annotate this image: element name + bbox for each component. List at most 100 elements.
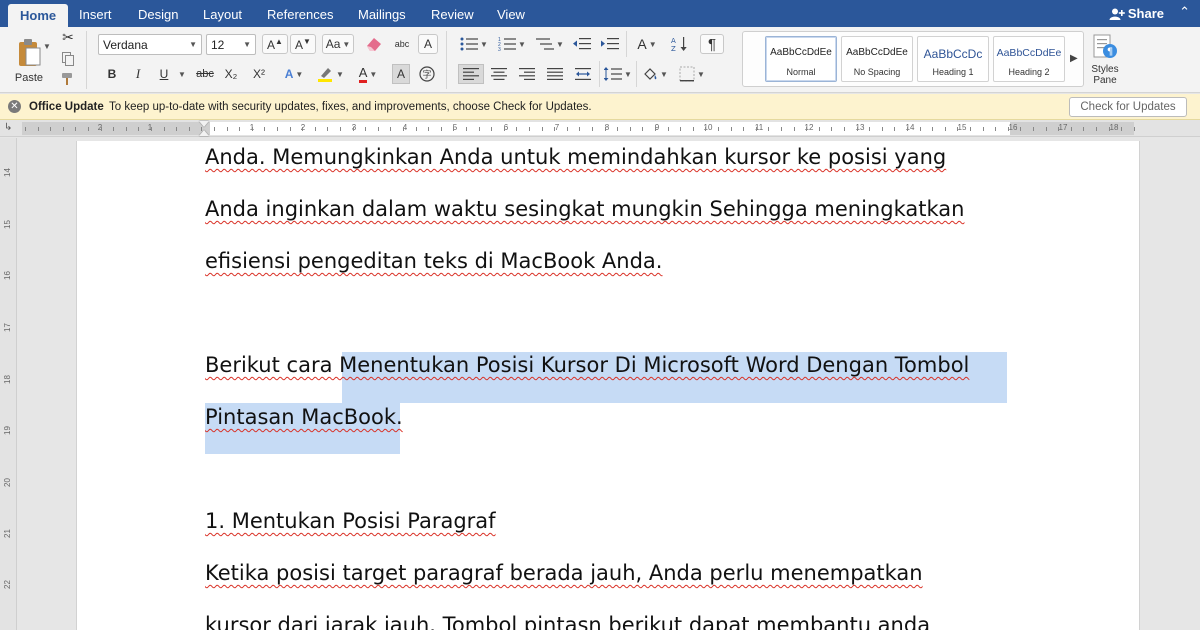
document-paragraph-line[interactable]: kursor dari jarak jauh. Tombol pintasn b… xyxy=(205,612,930,630)
strikethrough-button[interactable]: abc xyxy=(192,64,218,84)
copy-icon[interactable] xyxy=(60,51,76,67)
ruler-tick xyxy=(567,127,568,131)
justify-icon[interactable] xyxy=(542,64,568,84)
line-spacing-icon xyxy=(604,67,623,81)
tab-review[interactable]: Review xyxy=(431,7,474,22)
ruler-tick xyxy=(794,127,795,131)
ruler-tick xyxy=(428,127,429,131)
character-border-button[interactable]: A xyxy=(418,34,438,54)
align-left-icon[interactable] xyxy=(458,64,484,84)
highlight-color-button[interactable]: ▼ xyxy=(312,64,348,84)
style-heading-2[interactable]: AaBbCcDdEe Heading 2 xyxy=(993,36,1065,82)
change-case-icon: Aa xyxy=(325,37,341,51)
close-icon[interactable]: ✕ xyxy=(8,100,21,113)
tab-home[interactable]: Home xyxy=(8,4,69,27)
hanging-indent-marker[interactable] xyxy=(199,130,209,136)
font-color-button[interactable]: A ▼ xyxy=(350,64,386,84)
styles-more-arrow-icon[interactable]: ▶ xyxy=(1070,53,1078,64)
multilevel-list-button[interactable]: ▼ xyxy=(532,34,568,54)
shrink-font-button[interactable]: A▼ xyxy=(290,34,316,54)
enclose-characters-icon[interactable]: 字 xyxy=(416,64,438,84)
chevron-down-icon: ▼ xyxy=(189,40,197,49)
style-heading-1[interactable]: AaBbCcDc Heading 1 xyxy=(917,36,989,82)
ruler-number: 16 xyxy=(2,271,12,280)
eraser-icon[interactable] xyxy=(362,34,386,54)
document-page[interactable]: Anda. Memungkinkan Anda untuk memindahka… xyxy=(76,141,1140,630)
font-size-value: 12 xyxy=(211,37,225,52)
font-name-dropdown[interactable]: Verdana ▼ xyxy=(98,34,202,55)
first-line-indent-marker[interactable] xyxy=(199,121,209,127)
ruler-tick xyxy=(756,127,757,131)
align-center-icon[interactable] xyxy=(486,64,512,84)
change-case-button[interactable]: Aa ▼ xyxy=(322,34,354,54)
ruler-number: 19 xyxy=(2,426,12,435)
subscript-button[interactable]: X₂ xyxy=(220,64,242,84)
tab-selector-icon[interactable]: ↳ xyxy=(4,122,12,133)
styles-pane-button[interactable]: ¶ Styles Pane xyxy=(1086,33,1124,86)
tab-references[interactable]: References xyxy=(267,7,333,22)
document-paragraph-line[interactable]: Anda inginkan dalam waktu sesingkat mung… xyxy=(205,196,964,222)
underline-button[interactable]: U xyxy=(154,64,174,84)
ruler-tick xyxy=(705,127,706,131)
underline-options-chevron-icon[interactable]: ▼ xyxy=(176,64,186,84)
distributed-icon[interactable] xyxy=(570,64,596,84)
ruler-tick xyxy=(781,127,782,131)
ruler-tick xyxy=(479,127,480,131)
tab-view[interactable]: View xyxy=(497,7,525,22)
show-formatting-marks-icon[interactable]: ¶ xyxy=(700,34,724,54)
ruler-tick xyxy=(113,127,114,131)
text-effects-button[interactable]: A ▼ xyxy=(280,64,308,84)
ruler-number: 17 xyxy=(1058,123,1068,132)
italic-button[interactable]: I xyxy=(128,64,148,84)
line-spacing-button[interactable]: ▼ xyxy=(602,64,634,84)
numbering-button[interactable]: 1 2 3 ▼ xyxy=(494,34,530,54)
style-sample: AaBbCcDdEe xyxy=(996,47,1062,59)
tab-mailings[interactable]: Mailings xyxy=(358,7,406,22)
ruler-tick xyxy=(239,127,240,131)
document-paragraph-line[interactable]: efisiensi pengeditan teks di MacBook And… xyxy=(205,248,662,274)
ruler-tick xyxy=(844,127,845,131)
bullets-button[interactable]: ▼ xyxy=(456,34,492,54)
tab-design[interactable]: Design xyxy=(138,7,178,22)
document-paragraph-line[interactable]: Berikut cara Menentukan Posisi Kursor Di… xyxy=(205,352,969,378)
character-shading-icon: A xyxy=(396,67,405,81)
collapse-ribbon-icon[interactable]: ⌃ xyxy=(1179,4,1190,20)
clipboard-icon xyxy=(19,39,41,66)
paste-options-chevron-icon[interactable]: ▼ xyxy=(42,41,51,51)
superscript-button[interactable]: X² xyxy=(248,64,270,84)
sort-icon[interactable]: AZ xyxy=(668,34,692,54)
grow-font-button[interactable]: A▲ xyxy=(262,34,288,54)
phonetic-guide-icon[interactable]: abc xyxy=(390,34,414,54)
check-for-updates-button[interactable]: Check for Updates xyxy=(1069,97,1187,117)
paste-button[interactable]: Paste xyxy=(6,31,52,91)
font-size-dropdown[interactable]: 12 ▼ xyxy=(206,34,256,55)
tab-layout[interactable]: Layout xyxy=(203,7,242,22)
ruler-tick xyxy=(630,127,631,131)
multilevel-list-icon xyxy=(536,38,555,50)
horizontal-ruler[interactable]: ↳ 21123456789101112131415161718 xyxy=(0,120,1200,137)
document-heading-line[interactable]: 1. Mentukan Posisi Paragraf xyxy=(205,508,496,534)
scissors-icon[interactable]: ✂ xyxy=(60,29,76,45)
tab-insert[interactable]: Insert xyxy=(79,7,112,22)
style-normal[interactable]: AaBbCcDdEe Normal xyxy=(765,36,837,82)
character-shading-button[interactable]: A xyxy=(392,64,410,84)
bold-button[interactable]: B xyxy=(102,64,122,84)
asian-layout-button[interactable]: A ▼ xyxy=(632,34,662,54)
document-paragraph-line[interactable]: Ketika posisi target paragraf berada jau… xyxy=(205,560,923,586)
share-button[interactable]: Share xyxy=(1109,6,1164,21)
document-paragraph-line[interactable]: Anda. Memungkinkan Anda untuk memindahka… xyxy=(205,144,946,170)
ruler-tick xyxy=(542,127,543,131)
styles-pane-label: Styles Pane xyxy=(1091,64,1119,86)
asian-layout-icon: A xyxy=(637,36,647,52)
shading-button[interactable]: ▼ xyxy=(640,64,670,84)
format-painter-icon[interactable] xyxy=(60,71,76,87)
align-right-icon[interactable] xyxy=(514,64,540,84)
document-paragraph-line[interactable]: Pintasan MacBook. xyxy=(205,404,403,430)
decrease-indent-icon[interactable] xyxy=(570,34,594,54)
ruler-tick xyxy=(1046,127,1047,131)
svg-text:Z: Z xyxy=(671,45,676,52)
style-no-spacing[interactable]: AaBbCcDdEe No Spacing xyxy=(841,36,913,82)
borders-button[interactable]: ▼ xyxy=(676,64,708,84)
increase-indent-icon[interactable] xyxy=(598,34,622,54)
ribbon-separator xyxy=(86,31,87,89)
